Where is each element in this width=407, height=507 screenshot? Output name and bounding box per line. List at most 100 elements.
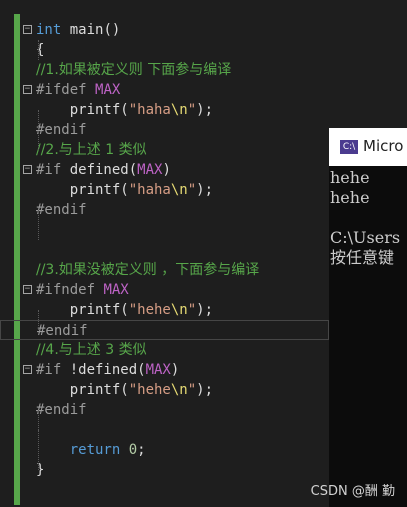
code-line[interactable]: − #if defined(MAX) (0, 160, 329, 180)
code-line[interactable] (0, 220, 329, 240)
console-output-line: 按任意键 (330, 248, 395, 267)
code-line[interactable]: − #if !defined(MAX) (0, 360, 329, 380)
code-token: printf( (36, 182, 129, 198)
console-titlebar[interactable]: C:\ Micro (329, 128, 407, 166)
indent-guide (38, 210, 39, 240)
code-text: printf("hehe\n"); (36, 300, 213, 320)
code-line-current[interactable]: #endif (0, 320, 329, 340)
code-text: #if defined(MAX) (36, 160, 171, 180)
code-token: MAX (95, 82, 121, 98)
code-editor[interactable]: − int main(){//1.如果被定义则 下面参与编译 − #ifdef MAX… (0, 20, 329, 507)
code-token: " (187, 382, 197, 398)
code-token: MAX (145, 362, 171, 378)
code-line[interactable] (0, 240, 329, 260)
code-token: #ifdef (36, 82, 96, 98)
indent-guide (38, 40, 39, 60)
code-line[interactable]: //1.如果被定义则 下面参与编译 (0, 60, 329, 80)
code-line[interactable]: { (0, 40, 329, 60)
code-token: #if (36, 362, 70, 378)
code-token: ; (137, 442, 146, 458)
code-token: #endif (36, 122, 87, 138)
code-text: //1.如果被定义则 下面参与编译 (36, 60, 231, 80)
console-app-icon: C:\ (340, 140, 358, 154)
code-text: //3.如果没被定义则 ，下面参与编译 (36, 260, 259, 280)
code-token: #if (36, 162, 70, 178)
code-token: ); (196, 182, 214, 198)
code-token: defined( (69, 162, 138, 178)
code-token: //2.与上述 1 类似 (36, 142, 147, 158)
console-title: Micro (363, 137, 404, 155)
code-line[interactable] (0, 420, 329, 440)
code-token: #endif (36, 402, 87, 418)
code-token: " (187, 102, 197, 118)
code-token: printf( (36, 102, 129, 118)
code-text: #endif (36, 400, 87, 420)
code-text: #ifdef MAX (36, 80, 120, 100)
code-token: printf( (36, 302, 129, 318)
code-line[interactable]: //4.与上述 3 类似 (0, 340, 329, 360)
code-token: return (69, 442, 121, 458)
code-text: //4.与上述 3 类似 (36, 340, 147, 360)
indent-guide (38, 310, 39, 330)
code-token: ); (196, 382, 214, 398)
code-text: #endif (36, 120, 87, 140)
code-token: \n (170, 182, 188, 198)
fold-toggle-icon[interactable]: − (23, 165, 32, 174)
code-line[interactable]: #endif (0, 200, 329, 220)
code-token: printf( (36, 382, 129, 398)
console-output-line (329, 208, 407, 228)
code-token: ); (196, 302, 214, 318)
code-token: " (187, 182, 197, 198)
console-window[interactable]: C:\ Micro hehe hehe C:\Users 按任意键 (329, 128, 407, 507)
code-line[interactable]: printf("haha\n"); (0, 180, 329, 200)
code-text: //2.与上述 1 类似 (36, 140, 147, 160)
code-text: printf("hehe\n"); (36, 380, 213, 400)
code-token: #ifndef (36, 282, 104, 298)
code-token: "hehe (128, 302, 171, 318)
code-line[interactable]: } (0, 460, 329, 480)
code-line[interactable]: //2.与上述 1 类似 (0, 140, 329, 160)
code-token: MAX (103, 282, 129, 298)
code-token: 0 (128, 442, 138, 458)
fold-toggle-icon[interactable]: − (23, 365, 32, 374)
code-token: //3.如果没被定义则 ，下面参与编译 (36, 262, 260, 278)
code-line[interactable]: #endif (0, 120, 329, 140)
code-token: ) (162, 162, 171, 178)
code-line[interactable]: return 0; (0, 440, 329, 460)
code-token: //4.与上述 3 类似 (36, 342, 147, 358)
code-line[interactable]: − int main() (0, 20, 329, 40)
console-output-line: C:\Users (330, 228, 401, 247)
code-token: \n (170, 302, 188, 318)
code-token: "haha (128, 182, 171, 198)
code-token: #endif (36, 202, 87, 218)
watermark: CSDN @酬 勤 (310, 484, 395, 499)
indent-guide (38, 430, 39, 470)
code-text: int main() (36, 20, 120, 40)
code-token: ) (170, 362, 180, 378)
code-text: #endif (36, 200, 87, 220)
code-token: #endif (37, 323, 88, 339)
code-token: //1.如果被定义则 下面参与编译 (36, 62, 232, 78)
code-token: int (36, 22, 62, 38)
code-text: printf("haha\n"); (36, 180, 213, 200)
code-line[interactable]: − #ifndef MAX (0, 280, 329, 300)
code-token: main() (61, 22, 121, 38)
code-token: !defined( (69, 362, 146, 378)
code-line[interactable]: − #ifdef MAX (0, 80, 329, 100)
code-token: MAX (137, 162, 163, 178)
code-text: #endif (37, 321, 88, 341)
code-line[interactable]: //3.如果没被定义则 ，下面参与编译 (0, 260, 329, 280)
code-line[interactable]: printf("hehe\n"); (0, 380, 329, 400)
fold-toggle-icon[interactable]: − (23, 285, 32, 294)
code-token: ); (196, 102, 214, 118)
code-line[interactable]: printf("haha\n"); (0, 100, 329, 120)
code-line[interactable]: #endif (0, 400, 329, 420)
fold-toggle-icon[interactable]: − (23, 85, 32, 94)
code-line[interactable]: printf("hehe\n"); (0, 300, 329, 320)
code-text: printf("haha\n"); (36, 100, 213, 120)
code-token: "hehe (128, 382, 171, 398)
indent-guide (38, 410, 39, 430)
fold-toggle-icon[interactable]: − (23, 25, 32, 34)
